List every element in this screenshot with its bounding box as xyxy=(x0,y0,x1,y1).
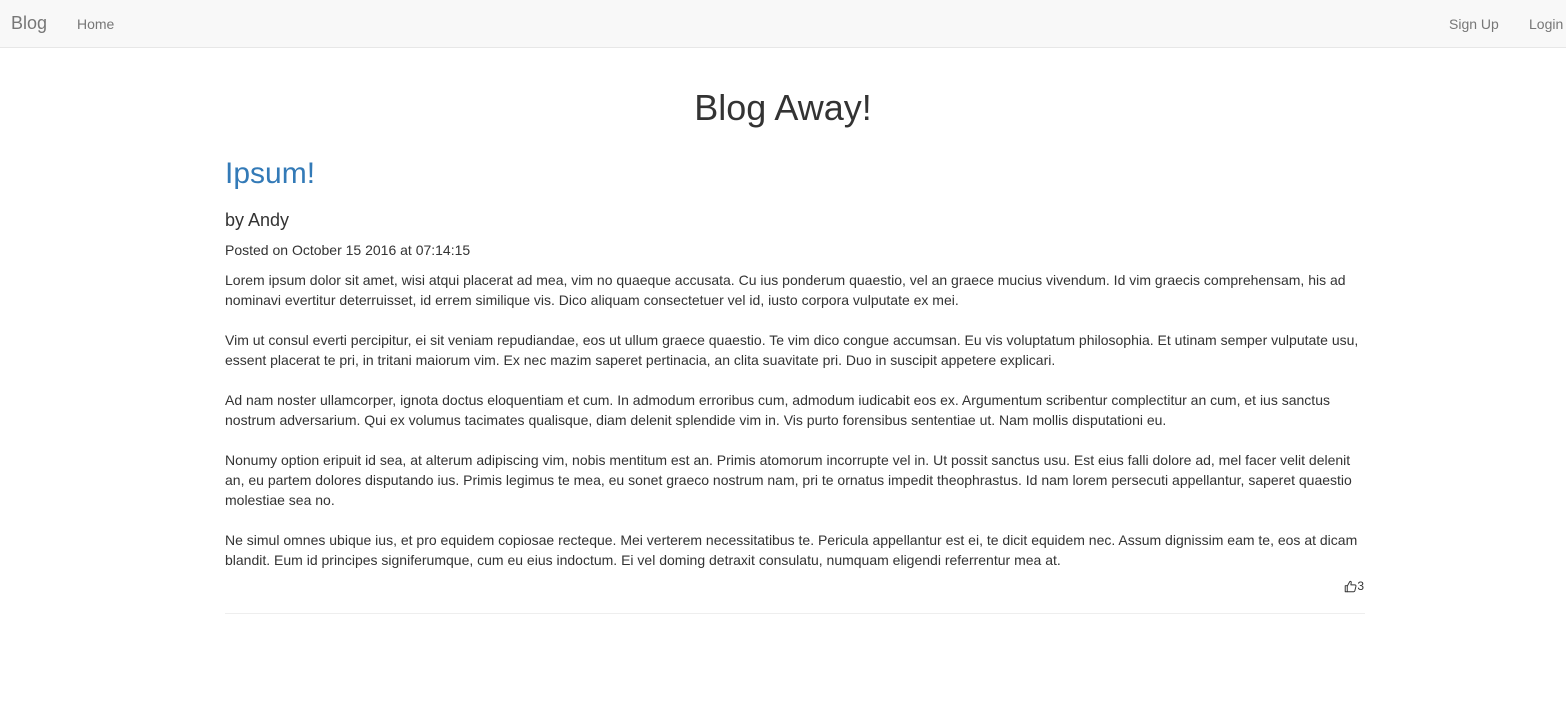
thumbs-up-icon xyxy=(1344,580,1357,593)
navbar: Blog Home Sign Up Login xyxy=(0,0,1566,48)
nav-signup-link[interactable]: Sign Up xyxy=(1449,15,1499,33)
post-paragraph: Ne simul omnes ubique ius, et pro equide… xyxy=(225,532,1358,568)
post-author: by Andy xyxy=(225,210,290,230)
post-paragraph: Lorem ipsum dolor sit amet, wisi atqui p… xyxy=(225,272,1346,308)
post-title-link[interactable]: Ipsum! xyxy=(225,156,315,192)
nav-login-link[interactable]: Login xyxy=(1529,15,1563,33)
post-paragraph: Ad nam noster ullamcorper, ignota doctus… xyxy=(225,392,1330,428)
page-title: Blog Away! xyxy=(694,87,872,128)
brand-link[interactable]: Blog xyxy=(11,12,47,34)
post-date: Posted on October 15 2016 at 07:14:15 xyxy=(225,242,471,258)
post-paragraph: Nonumy option eripuit id sea, at alterum… xyxy=(225,452,1352,508)
nav-home-link[interactable]: Home xyxy=(77,15,114,33)
post-paragraph: Vim ut consul everti percipitur, ei sit … xyxy=(225,332,1359,368)
like-count: 3 xyxy=(1357,579,1364,593)
post-body: Lorem ipsum dolor sit amet, wisi atqui p… xyxy=(225,270,1365,590)
like-button[interactable]: 3 xyxy=(1344,578,1364,594)
post-divider xyxy=(225,613,1365,614)
